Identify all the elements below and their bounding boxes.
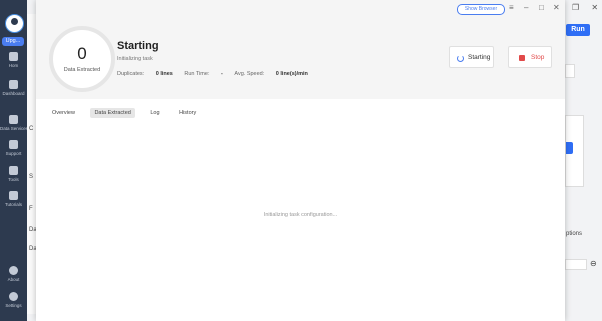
- tutorials-icon: [9, 191, 18, 200]
- loading-message: Initializing task configuration...: [263, 212, 338, 218]
- show-browser-button[interactable]: Show Browser: [457, 4, 505, 15]
- sidebar-item-settings[interactable]: Settings: [0, 292, 27, 308]
- menu-icon[interactable]: ≡: [509, 3, 514, 12]
- spinner-icon: [457, 55, 464, 62]
- dashboard-icon: [9, 80, 18, 89]
- dialog-header: Show Browser ≡ – □ ✕ 0 Data Extracted St…: [36, 0, 565, 99]
- run-stats: Duplicates: 0 lines Run Time: - Avg. Spe…: [117, 71, 318, 77]
- tools-icon: [9, 166, 18, 175]
- background-action-button[interactable]: [566, 142, 573, 154]
- extracted-count: 0: [77, 44, 87, 63]
- background-fragment: S: [29, 174, 34, 180]
- headset-icon: [9, 140, 18, 149]
- speed-stat: Avg. Speed: 0 line(s)/min: [234, 71, 308, 77]
- maximize-icon[interactable]: □: [539, 3, 544, 12]
- runtime-stat: Run Time: -: [184, 71, 223, 77]
- sidebar-item-home[interactable]: Hom: [0, 52, 27, 68]
- sidebar-item-dashboard[interactable]: Dashboard: [0, 80, 27, 96]
- background-fragment-options: ptions: [566, 231, 583, 237]
- sidebar-item-data-services[interactable]: Data Services: [0, 115, 28, 131]
- background-window-controls: ❐ ✕: [566, 3, 602, 15]
- background-fragment: F: [29, 206, 33, 212]
- sidebar-item-about[interactable]: About: [0, 266, 27, 282]
- close-icon[interactable]: ✕: [553, 3, 560, 12]
- stop-button[interactable]: Stop: [508, 46, 552, 68]
- sidebar-item-support[interactable]: Support: [0, 140, 27, 156]
- tab-data-extracted[interactable]: Data Extracted: [90, 108, 135, 118]
- close-icon[interactable]: ✕: [591, 3, 598, 12]
- task-run-dialog: Show Browser ≡ – □ ✕ 0 Data Extracted St…: [36, 0, 565, 321]
- minus-circle-icon[interactable]: ⊖: [590, 259, 597, 268]
- status-title: Starting: [117, 40, 159, 52]
- status-subtitle: Initializing task: [117, 56, 153, 62]
- restore-icon[interactable]: ❐: [572, 3, 579, 12]
- duplicates-stat: Duplicates: 0 lines: [117, 71, 173, 77]
- starting-button[interactable]: Starting: [449, 46, 494, 68]
- background-panel-left: C S F Da Da: [27, 14, 37, 314]
- app-sidebar: Upg... Hom Dashboard Data Services Suppo…: [0, 0, 28, 321]
- run-button[interactable]: Run: [566, 24, 590, 36]
- background-input: [565, 259, 587, 270]
- data-extracted-counter: 0 Data Extracted: [49, 26, 115, 92]
- avatar[interactable]: [5, 14, 24, 33]
- extracted-label: Data Extracted: [63, 67, 101, 73]
- sidebar-item-tutorials[interactable]: Tutorials: [0, 191, 27, 207]
- home-icon: [9, 52, 18, 61]
- tab-overview[interactable]: Overview: [48, 108, 79, 118]
- background-input: [565, 64, 575, 78]
- upgrade-button[interactable]: Upg...: [2, 37, 24, 46]
- info-icon: [9, 266, 18, 275]
- background-fragment: C: [29, 126, 34, 132]
- data-services-icon: [9, 115, 18, 124]
- stop-icon: [519, 55, 525, 61]
- minimize-icon[interactable]: –: [524, 3, 528, 12]
- tab-log[interactable]: Log: [146, 108, 163, 118]
- tab-history[interactable]: History: [175, 108, 200, 118]
- sidebar-item-tools[interactable]: Tools: [0, 166, 27, 182]
- show-browser-label: Show Browser: [464, 6, 498, 12]
- dialog-tabs: Overview Data Extracted Log History: [48, 108, 210, 120]
- gear-icon: [9, 292, 18, 301]
